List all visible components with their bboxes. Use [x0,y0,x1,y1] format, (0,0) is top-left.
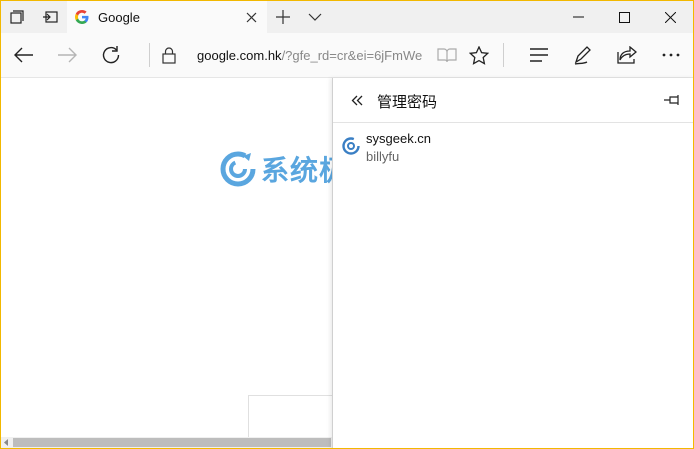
share-icon [617,46,637,64]
hub-icon [530,48,548,62]
forward-button[interactable] [47,33,87,77]
lock-icon[interactable] [149,33,189,77]
back-button[interactable] [343,86,371,114]
browser-window: Google google.com.hk /?gfe_rd=cr&ei=6jFm… [0,0,694,449]
password-site: sysgeek.cn [366,131,432,146]
web-note-button[interactable] [563,33,603,77]
close-icon [664,11,676,23]
hub-title: 管理密码 [377,93,438,111]
favorite-star-icon [469,45,489,65]
refresh-icon [102,46,120,64]
divider [503,43,504,67]
scrollbar-thumb[interactable] [13,438,331,447]
hub-panel: 管理密码 sysgeek.cn billyfu [332,78,693,448]
password-item[interactable]: sysgeek.cn billyfu [339,129,688,169]
watermark-logo-icon [220,151,256,187]
hub-button[interactable] [519,33,559,77]
share-button[interactable] [607,33,647,77]
more-icon [662,53,680,57]
maximize-icon [618,11,630,23]
hub-header: 管理密码 [333,78,693,123]
google-favicon [75,10,89,24]
refresh-button[interactable] [91,33,131,77]
forward-icon [58,47,77,63]
url-path: /?gfe_rd=cr&ei=6jFmWe [281,47,423,63]
reading-view-icon [437,48,457,63]
pin-button[interactable] [659,86,687,114]
url-host: google.com.hk [197,47,282,63]
address-bar[interactable]: google.com.hk/?gfe_rd=cr&ei=6jFmWe [197,33,427,77]
chevron-down-icon[interactable] [299,1,331,33]
minimize-icon [572,16,584,18]
close-icon[interactable] [235,1,267,33]
maximize-button[interactable] [601,1,647,33]
more-button[interactable] [651,33,691,77]
pin-icon [664,95,679,105]
web-page[interactable] [1,78,333,448]
back-button[interactable] [4,33,44,77]
navigation-bar: google.com.hk/?gfe_rd=cr&ei=6jFmWe [1,33,693,78]
tab-google[interactable]: Google [67,1,267,33]
new-tab-icon[interactable] [267,1,299,33]
set-aside-tabs-icon[interactable] [1,1,33,33]
site-favicon-icon [342,137,360,155]
tab-preview-icon[interactable] [34,1,66,33]
window-close-button[interactable] [647,1,693,33]
web-note-icon [574,46,591,65]
back-icon [14,47,33,63]
password-username: billyfu [366,149,400,164]
tab-bar: Google [1,1,693,33]
double-chevron-left-icon [351,95,363,105]
horizontal-scrollbar[interactable] [1,437,332,448]
page-card [248,395,333,441]
favorite-button[interactable] [459,33,499,77]
tab-title: Google [98,9,140,25]
minimize-button[interactable] [555,1,601,33]
scroll-left-icon[interactable] [1,437,12,448]
